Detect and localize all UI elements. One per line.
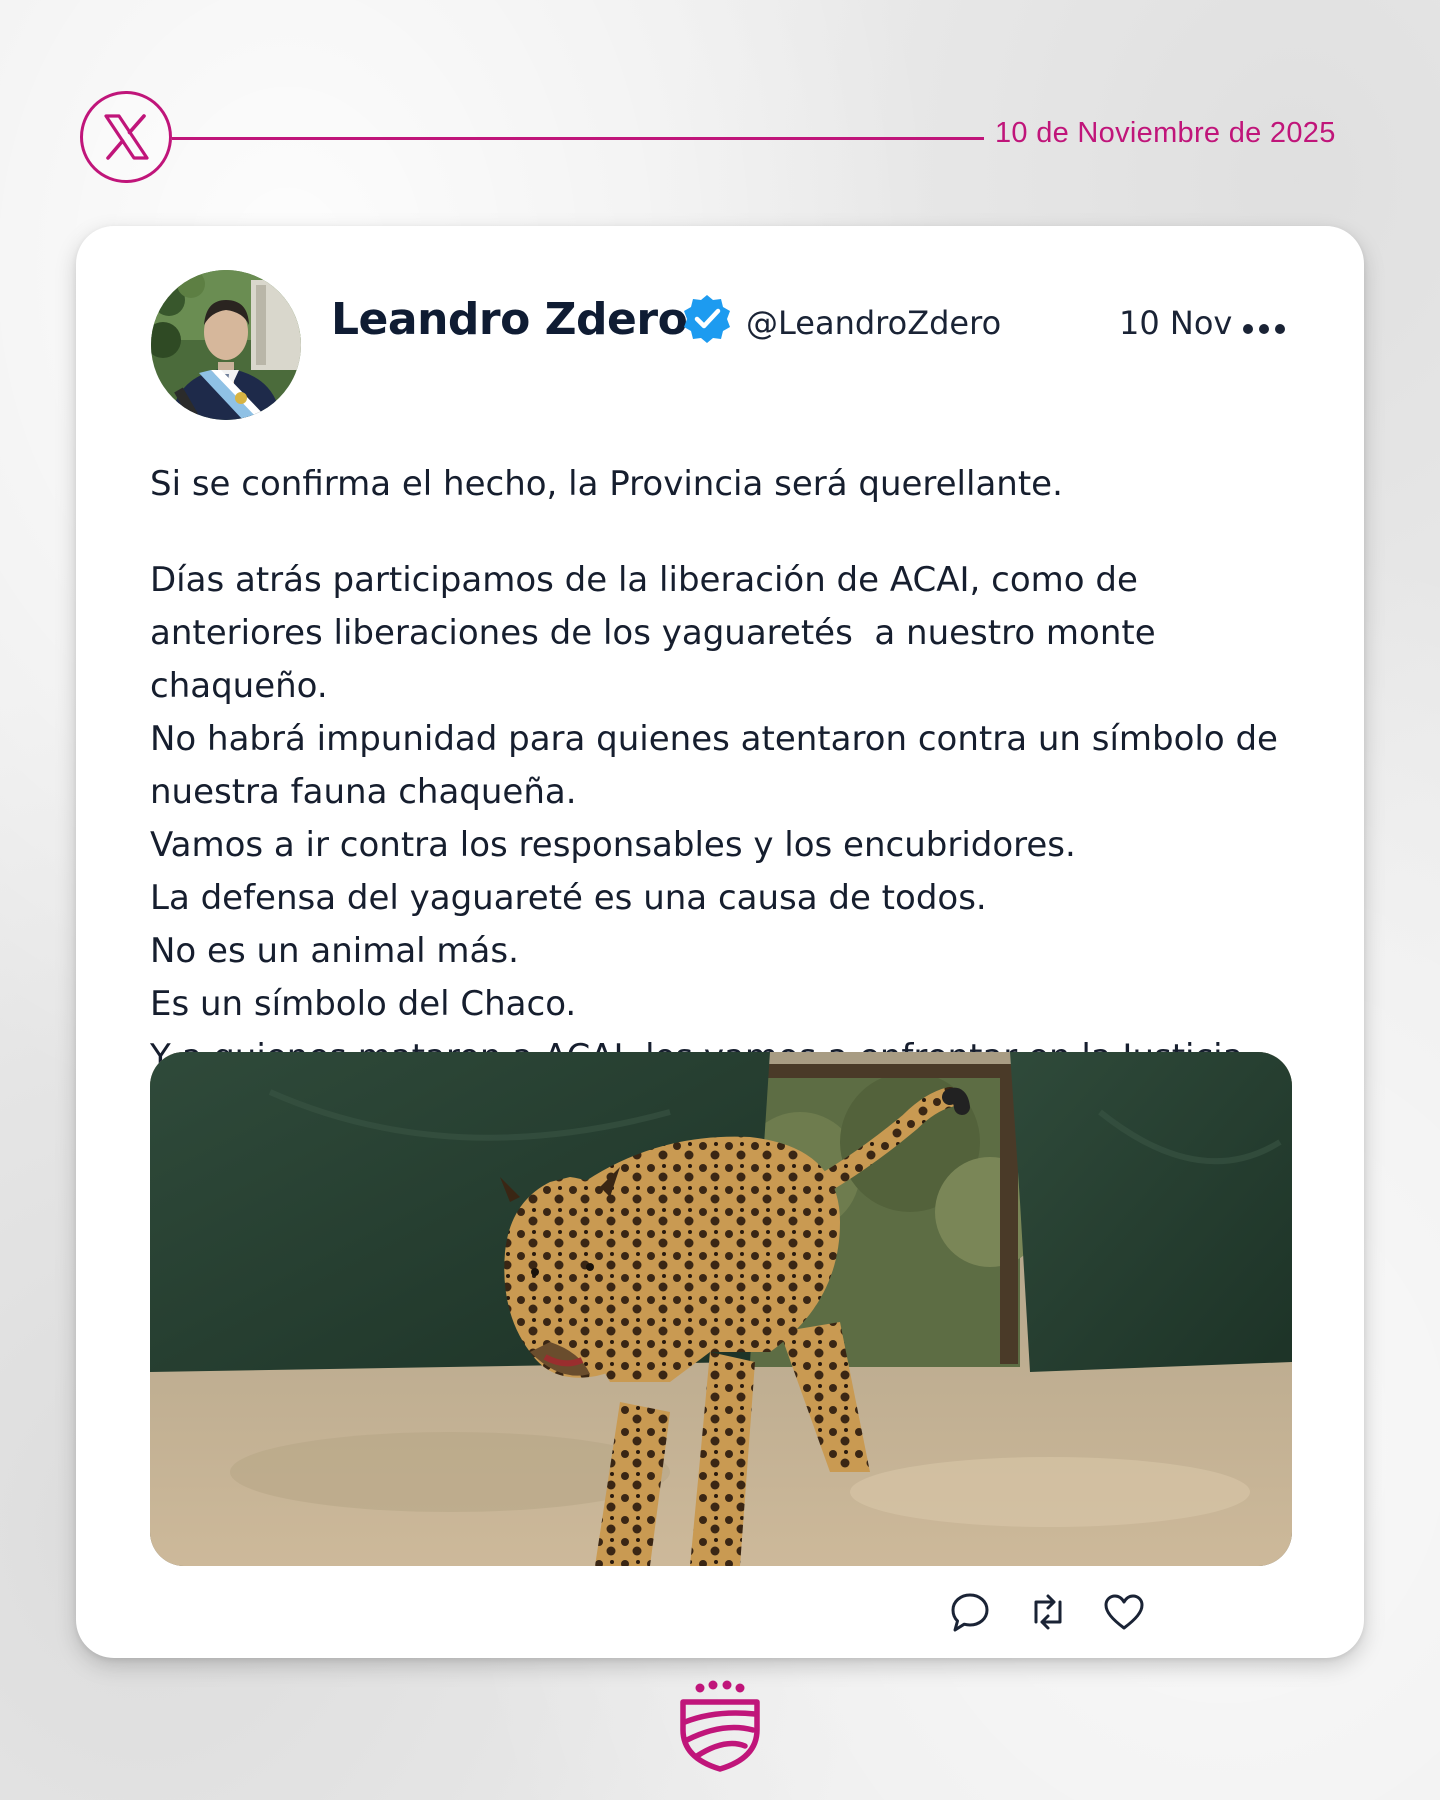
author-handle[interactable]: @LeandroZdero (746, 304, 1001, 342)
tweet-paragraph: Si se confirma el hecho, la Provincia se… (150, 464, 1063, 504)
avatar[interactable] (151, 270, 301, 420)
tweet-text: Si se confirma el hecho, la Provincia se… (150, 458, 1290, 1084)
tweet-media-jaguar-photo[interactable] (150, 1052, 1292, 1566)
x-logo-icon (80, 91, 172, 183)
tweet-paragraph: No habrá impunidad para quienes atentaro… (150, 719, 1289, 812)
more-dots-icon[interactable] (1243, 323, 1297, 335)
header-date: 10 de Noviembre de 2025 (995, 117, 1336, 149)
header-divider (172, 137, 984, 140)
like-icon[interactable] (1102, 1590, 1146, 1634)
tweet-paragraph: La defensa del yaguareté es una causa de… (150, 878, 987, 918)
verified-badge-icon (680, 292, 734, 346)
tweet-paragraph: Es un símbolo del Chaco. (150, 984, 577, 1024)
reply-icon[interactable] (948, 1590, 992, 1634)
tweet-paragraph: Días atrás participamos de la liberación… (150, 560, 1167, 706)
author-name[interactable]: Leandro Zdero (331, 294, 688, 345)
tweet-paragraph: Vamos a ir contra los responsables y los… (150, 825, 1076, 865)
retweet-icon[interactable] (1026, 1590, 1070, 1634)
chaco-government-logo-icon (675, 1680, 765, 1772)
tweet-card: Leandro Zdero @LeandroZdero 10 Nov Si se… (76, 226, 1364, 1658)
post-date[interactable]: 10 Nov (1119, 304, 1232, 342)
tweet-paragraph: No es un animal más. (150, 931, 519, 971)
